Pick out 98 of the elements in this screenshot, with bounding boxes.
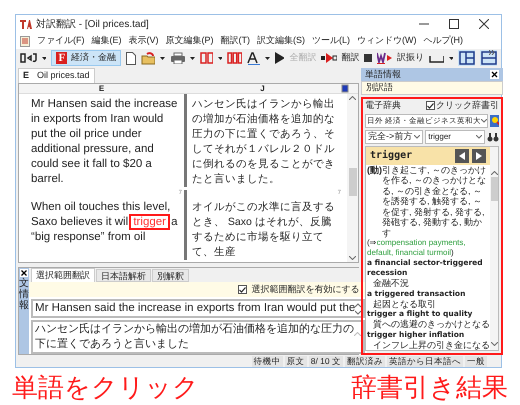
clicked-word[interactable]: trigger (131, 216, 168, 228)
scrollbar[interactable] (347, 94, 358, 262)
scroll-thumb[interactable] (348, 168, 356, 196)
status-field: 待機中 (252, 356, 283, 366)
close-icon[interactable] (479, 19, 489, 29)
search-field[interactable]: trigger (425, 130, 485, 144)
definition-text: 引き起こす, ～のきっかけを作る, ～のきっかけとなる, ～の引き金となる, ～を誘発する, 触発する, ～を促す, 発射する, 発する, 発砲する, 発動する, 動かす (382, 164, 488, 238)
status-field: 翻訳済み (345, 356, 385, 366)
source-sentence: When oil touches this level, Saxo believes it wil trigger a “big response” from oil (30, 200, 179, 245)
menu-item[interactable]: 訳文編集(S) (257, 34, 305, 48)
scroll-up-icon[interactable] (349, 96, 356, 100)
scroll-thumb[interactable] (490, 177, 498, 201)
scrollbar[interactable] (490, 147, 498, 350)
checkbox[interactable] (426, 101, 435, 110)
stacked-layout-icon[interactable] (480, 50, 497, 66)
pick-button[interactable]: 訳振り (376, 51, 424, 65)
alt-word-field[interactable]: 別訳語 (361, 81, 503, 95)
source-field[interactable]: Mr Hansen said the increase in exports from Iran would put the (31, 299, 366, 318)
part-of-speech: (動) (367, 164, 382, 177)
caret-icon (481, 119, 488, 123)
headword-bar: trigger (366, 147, 490, 164)
menu-item[interactable]: 編集(E) (92, 34, 122, 48)
status-field: 一般 (465, 356, 487, 366)
phrase-meaning: インフレ上昇の引き金になる (372, 340, 489, 350)
checkbox[interactable] (238, 285, 248, 294)
target-sentence: ハンセン氏はイランから輸出の増加が石油価格を追加的な圧力の下に置くであろう、そしてそれが１バレル２０ドルに倒れるのを見ることができたと言いました。 (184, 94, 341, 187)
column-header: E (98, 84, 106, 93)
font-size-icon[interactable] (247, 52, 260, 64)
side-layout-icon[interactable] (458, 50, 476, 66)
menu-item[interactable]: ツール(L) (312, 34, 350, 48)
panel-header: 単語情報 (361, 68, 503, 81)
translate-icon (321, 53, 338, 63)
previous-icon[interactable] (455, 148, 469, 163)
scroll-down-icon[interactable] (349, 256, 356, 260)
dictionary-settings-icon[interactable] (490, 115, 499, 127)
status-field: 英語から日本語へ (387, 356, 463, 366)
menu-item[interactable]: ヘルプ(H) (424, 34, 463, 48)
caret-icon (42, 56, 46, 60)
panel-title: 電子辞典 (365, 98, 401, 112)
spin-icon[interactable] (355, 302, 362, 314)
caret-icon (218, 56, 222, 60)
underline-icon[interactable] (428, 53, 444, 63)
target-sentence: オイルがこの水準に言及するとき、 Saxo はそれが、反騰するために市場を駆り立てて、生産 (184, 197, 341, 260)
checkbox-label: クリック辞書引 (436, 98, 499, 112)
side-label: 文情報 (19, 278, 29, 311)
menu-item[interactable]: 表示(V) (128, 34, 158, 48)
phrase-meaning: 金融不況 (372, 278, 410, 288)
play-icon[interactable] (275, 52, 284, 64)
mode-select[interactable]: 完全->前方 (365, 130, 424, 144)
menu-item[interactable]: 翻訳(T) (220, 34, 250, 48)
menu-item[interactable]: 原文編集(P) (166, 34, 214, 48)
three-column-icon[interactable] (227, 52, 242, 64)
new-document-icon[interactable] (126, 52, 136, 64)
maximize-icon[interactable] (449, 19, 459, 29)
open-folder-icon[interactable] (140, 52, 156, 64)
binoculars-icon[interactable] (487, 132, 499, 142)
app-logo-icon (20, 19, 32, 29)
menu-item[interactable]: ウィンドウ(W) (357, 34, 416, 48)
callout-label: 単語をクリック (12, 372, 199, 402)
scroll-up-icon[interactable] (354, 332, 362, 336)
language-pair-icon[interactable] (20, 52, 37, 64)
column-header: J (259, 84, 266, 93)
phrase-meaning: 起因となる取引 (372, 298, 437, 309)
next-icon[interactable] (472, 148, 486, 163)
target-field[interactable]: ハンセン氏はイランから輸出の増加が石油価格を追加的な圧力の下に置くであろうと言いました (31, 320, 366, 354)
scroll-up-icon[interactable] (490, 171, 498, 175)
caret-icon (476, 135, 482, 139)
tab[interactable]: 日本語解析 (96, 269, 151, 282)
cross-reference: (⇒compensation payments, default, financial turmoil) (367, 238, 467, 258)
source-sentence: Mr Hansen said the increase in exports from Iran would put the oil price under additional pressure, and could see it fall to $20 a barrel. (30, 97, 178, 187)
field-button[interactable]: F 経済・金融 (51, 50, 122, 66)
field-label: 経済・金融 (71, 51, 116, 64)
overflow-icon[interactable] (489, 50, 495, 55)
tab[interactable]: 別解釈 (152, 269, 189, 282)
printer-icon[interactable] (170, 52, 185, 64)
status-field: 8/ 10 文 (308, 356, 343, 366)
caret-icon (448, 56, 454, 60)
scroll-down-icon[interactable] (490, 342, 498, 346)
menu-item[interactable]: ファイル(F) (37, 34, 84, 48)
w-logo-icon (376, 52, 393, 64)
status-field: 原文 (284, 356, 307, 366)
caret-icon (414, 135, 420, 139)
window-title: 対訳翻訳 - [Oil prices.tad] (36, 18, 149, 32)
document-icon (20, 36, 30, 46)
column-toggle-icon[interactable] (341, 84, 349, 93)
callout-label: 辞書引き結果 (351, 372, 508, 402)
document-tab[interactable]: E Oil prices.tad (18, 68, 95, 83)
caret-icon (160, 56, 166, 60)
caret-icon (190, 56, 195, 60)
checkbox-label: 選択範囲翻訳を有効にする (251, 282, 360, 296)
close-icon[interactable] (20, 269, 28, 277)
caret-icon (265, 56, 270, 60)
two-column-icon[interactable] (200, 52, 213, 64)
field-badge: F (56, 52, 68, 64)
phrase-meaning: 質への逃避のきっかけとなる (372, 319, 489, 330)
close-icon[interactable] (490, 70, 499, 79)
tab[interactable]: 選択範囲翻訳 (31, 268, 95, 282)
translate-button[interactable]: 翻訳 (321, 51, 360, 65)
